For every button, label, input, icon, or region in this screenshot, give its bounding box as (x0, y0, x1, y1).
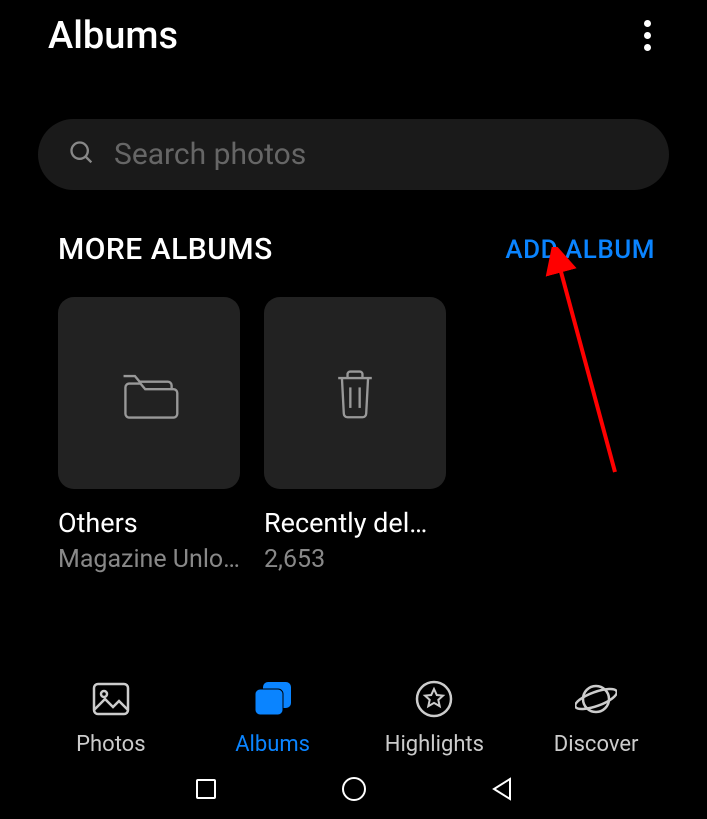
system-recent-button[interactable] (192, 775, 220, 807)
nav-label: Discover (554, 732, 639, 757)
system-home-button[interactable] (340, 775, 368, 807)
add-album-button[interactable]: ADD ALBUM (505, 235, 655, 265)
tab-photos[interactable]: Photos (61, 678, 161, 757)
search-input[interactable]: Search photos (38, 119, 669, 190)
dot-icon (644, 44, 651, 51)
dot-icon (644, 32, 651, 39)
photo-icon (90, 678, 132, 724)
folder-icon (116, 365, 182, 421)
system-back-button[interactable] (488, 775, 516, 807)
star-icon (413, 678, 455, 724)
trash-icon (322, 365, 388, 421)
search-placeholder: Search photos (114, 137, 306, 172)
planet-icon (575, 678, 617, 724)
tab-highlights[interactable]: Highlights (384, 678, 484, 757)
nav-label: Photos (76, 732, 145, 757)
album-others[interactable] (58, 297, 240, 489)
tab-discover[interactable]: Discover (546, 678, 646, 757)
section-title: MORE ALBUMS (58, 232, 273, 267)
dot-icon (644, 20, 651, 27)
tab-albums[interactable]: Albums (223, 678, 323, 757)
search-icon (68, 139, 96, 171)
more-options-button[interactable] (636, 12, 659, 59)
album-name: Recently del… (264, 507, 446, 539)
page-title: Albums (48, 14, 178, 58)
album-subtitle: 2,653 (264, 545, 446, 574)
album-subtitle: Magazine Unlo… (58, 545, 240, 574)
nav-label: Albums (235, 732, 310, 757)
albums-icon (252, 678, 294, 724)
album-name: Others (58, 507, 240, 539)
album-recently-deleted[interactable] (264, 297, 446, 489)
nav-label: Highlights (385, 732, 484, 757)
